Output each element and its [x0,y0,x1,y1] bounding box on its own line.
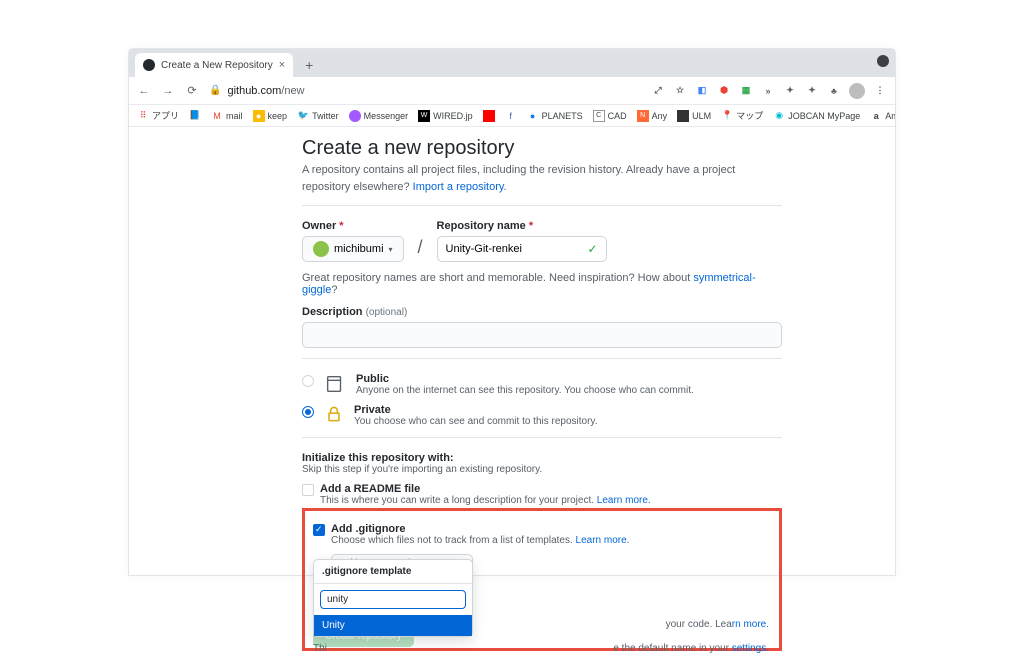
ext-star-icon[interactable]: ☆ [673,84,687,98]
repo-name-label: Repository name * [437,220,607,232]
nav-reload-icon[interactable]: ⟳ [185,84,199,97]
page-title: Create a new repository [302,137,782,160]
check-icon: ✓ [587,242,597,256]
public-radio[interactable] [302,375,314,387]
bookmark-item[interactable]: NAny [637,110,668,122]
ext-icon[interactable]: ✦ [783,84,797,98]
bookmark-item[interactable] [483,110,495,122]
tab-close-icon[interactable]: × [279,59,285,71]
private-desc: You choose who can see and commit to thi… [354,416,597,427]
ext-puzzle-icon[interactable]: ✦ [805,84,819,98]
ext-icon[interactable]: ⬢ [717,84,731,98]
readme-desc: This is where you can write a long descr… [320,495,651,506]
settings-link[interactable]: settings. [732,643,769,654]
bookmark-item[interactable]: aAmazon.co.jp: lan... [870,110,895,122]
owner-avatar [313,241,329,257]
ext-icon[interactable]: ◧ [695,84,709,98]
apps-button[interactable]: ⠿アプリ [137,109,179,122]
name-hint: Great repository names are short and mem… [302,272,782,296]
license-desc-fragment: your code. Learn more. [666,619,769,630]
repo-name-input[interactable]: Unity-Git-renkei ✓ [437,236,607,262]
divider [302,437,782,438]
learn-more-link[interactable]: Learn more. [597,495,651,506]
public-title: Public [356,373,694,385]
tab-title: Create a New Repository [161,60,273,71]
owner-label: Owner * [302,220,404,232]
bookmark-item[interactable]: f [505,110,517,122]
nav-back-icon[interactable]: ← [137,85,151,97]
gitignore-checkbox[interactable] [313,524,325,536]
bookmark-item[interactable]: ●PLANETS [527,110,583,122]
divider [302,205,782,206]
url-domain: github.com [227,85,281,97]
bookmark-item[interactable]: 📍マップ [721,109,763,122]
new-tab-button[interactable]: + [299,55,319,75]
gitignore-title: Add .gitignore [331,523,629,535]
address-bar: ← → ⟳ 🔒 github.com/new ⤢ ☆ ◧ ⬢ ▦ » ✦ ✦ ♣… [129,77,895,105]
profile-avatar[interactable] [849,83,865,99]
page-subtitle: A repository contains all project files,… [302,162,782,195]
readme-checkbox[interactable] [302,484,314,496]
bookmark-item[interactable]: ULM [677,110,711,122]
bookmark-item[interactable]: Messenger [349,110,409,122]
browser-window: Create a New Repository × + ← → ⟳ 🔒 gith… [128,48,896,576]
bookmark-item[interactable]: CCAD [593,110,627,122]
popover-item-unity[interactable]: Unity [314,615,472,636]
private-title: Private [354,404,597,416]
browser-menu-icon[interactable]: ⋮ [873,84,887,98]
description-label: Description (optional) [302,306,782,318]
slash-separator: / [418,237,423,262]
import-link[interactable]: Import a repository. [413,181,507,193]
url-path: /new [281,85,304,97]
readme-title: Add a README file [320,483,651,495]
ext-overflow-icon[interactable]: » [761,84,775,98]
window-close-icon[interactable] [877,55,889,67]
tab-active[interactable]: Create a New Repository × [135,53,293,77]
lock-icon [324,404,344,424]
github-favicon [143,59,155,71]
divider [302,358,782,359]
tab-bar: Create a New Repository × + [129,49,895,77]
bookmark-item[interactable]: ◉JOBCAN MyPage [773,110,860,122]
gitignore-template-popover: .gitignore template unity Unity [313,559,473,637]
bookmark-item[interactable]: 🐦Twitter [297,110,339,122]
bookmark-item[interactable]: 📘 [189,110,201,122]
ext-icon[interactable]: ♣ [827,84,841,98]
url-box[interactable]: 🔒 github.com/new [209,85,641,97]
owner-select[interactable]: michibumi ▾ [302,236,404,262]
learn-more-link[interactable]: Learn more. [576,535,630,546]
ext-icon[interactable]: ▦ [739,84,753,98]
bookmark-item[interactable]: Mmail [211,110,243,122]
popover-header: .gitignore template [314,560,472,584]
description-input[interactable] [302,322,782,348]
init-sub: Skip this step if you're importing an ex… [302,464,782,475]
caret-down-icon: ▾ [389,245,393,254]
lock-icon: 🔒 [209,85,221,96]
private-radio[interactable] [302,406,314,418]
gitignore-desc: Choose which files not to track from a l… [331,535,629,546]
init-heading: Initialize this repository with: [302,452,782,464]
extension-icons: ⤢ ☆ ◧ ⬢ ▦ » ✦ ✦ ♣ ⋮ [651,83,887,99]
popover-filter-input[interactable]: unity [320,590,466,609]
bookmark-item[interactable]: WWIRED.jp [418,110,473,122]
grant-fragment: e the default name in your settings. [613,643,769,654]
page-content: Create a new repository A repository con… [129,127,895,651]
bookmarks-bar: ⠿アプリ 📘 Mmail ●keep 🐦Twitter Messenger WW… [129,105,895,127]
bookmark-item[interactable]: ●keep [253,110,288,122]
public-desc: Anyone on the internet can see this repo… [356,385,694,396]
repo-public-icon [324,373,346,395]
ext-translate-icon[interactable]: ⤢ [651,84,665,98]
nav-forward-icon[interactable]: → [161,85,175,97]
gitignore-highlight-box: Add .gitignore Choose which files not to… [302,508,782,651]
